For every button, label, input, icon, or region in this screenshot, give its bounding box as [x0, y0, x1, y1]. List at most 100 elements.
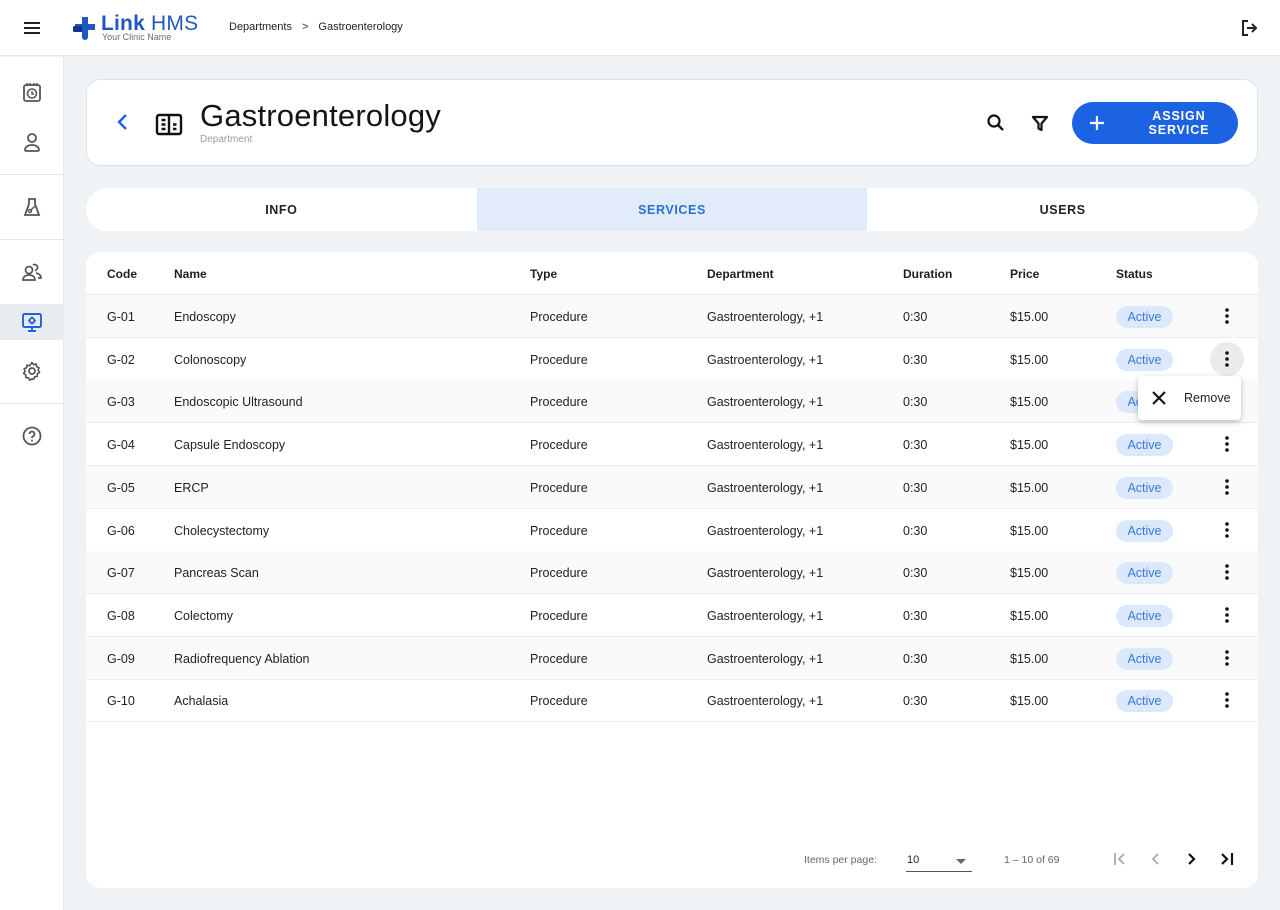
sidebar-item-appointments[interactable] [0, 74, 64, 110]
more-actions-icon[interactable] [1210, 555, 1244, 589]
more-actions-icon[interactable] [1210, 299, 1244, 333]
more-actions-icon[interactable] [1210, 470, 1244, 504]
more-actions-icon[interactable] [1210, 513, 1244, 547]
table-row[interactable]: G-06 Cholecystectomy Procedure Gastroentero… [86, 509, 1258, 552]
cell-price: $15.00 [1010, 395, 1049, 410]
status-badge: Active [1116, 562, 1173, 585]
tab-services[interactable]: SERVICES [476, 188, 868, 231]
search-icon[interactable] [985, 112, 1007, 134]
column-header-department[interactable]: Department [707, 267, 774, 281]
logout-icon[interactable] [1238, 17, 1260, 39]
sidebar-item-laboratory[interactable] [0, 189, 64, 225]
cell-type: Procedure [530, 523, 588, 538]
cell-type: Procedure [530, 310, 588, 324]
column-header-code[interactable]: Code [107, 267, 137, 281]
more-actions-icon[interactable] [1210, 427, 1244, 461]
sidebar-item-departments[interactable] [0, 304, 64, 340]
cell-type: Procedure [530, 438, 588, 453]
column-header-name[interactable]: Name [174, 267, 207, 281]
previous-page-icon[interactable] [1146, 849, 1166, 869]
cell-department: Gastroenterology, +1 [707, 310, 824, 324]
items-per-page-select[interactable]: 10 [906, 848, 972, 872]
menu-item-remove[interactable]: Remove [1138, 376, 1241, 420]
sidebar-item-settings[interactable] [0, 353, 64, 389]
column-header-duration[interactable]: Duration [903, 267, 952, 281]
cell-type: Procedure [530, 651, 588, 666]
table-row[interactable]: G-02 Colonoscopy Procedure Gastroenterology… [86, 338, 1258, 381]
cell-duration: 0:30 [903, 694, 928, 709]
close-icon [1152, 391, 1166, 405]
next-page-icon[interactable] [1181, 849, 1201, 869]
status-badge: Active [1116, 434, 1173, 457]
assign-service-button[interactable]: ASSIGN SERVICE [1072, 102, 1238, 144]
filter-icon[interactable] [1029, 112, 1051, 134]
app-logo[interactable]: Link HMS Your Clinic Name [72, 13, 198, 42]
sidebar-divider [0, 239, 64, 240]
cell-price: $15.00 [1010, 523, 1049, 538]
table-row[interactable]: G-04 Capsule Endoscopy Procedure Gastroente… [86, 423, 1258, 467]
column-header-type[interactable]: Type [530, 267, 557, 281]
cell-type: Procedure [530, 608, 588, 623]
cell-code: G-08 [107, 608, 135, 623]
breadcrumb-current[interactable]: Gastroenterology [318, 21, 402, 33]
table-row[interactable]: G-05 ERCP Procedure Gastroenterology, +1 0:3… [86, 465, 1258, 509]
cell-code: G-01 [107, 310, 135, 324]
breadcrumb-departments[interactable]: Departments [229, 21, 292, 33]
plus-icon [1089, 116, 1104, 130]
table-row[interactable]: G-01 Endoscopy Procedure Gastroenterology, … [86, 295, 1258, 338]
sidebar-divider [0, 403, 64, 404]
top-app-bar: Link HMS Your Clinic Name Departments > … [0, 0, 1280, 56]
sidebar-item-help[interactable] [0, 418, 64, 454]
cell-type: Procedure [530, 480, 588, 495]
last-page-icon[interactable] [1217, 849, 1237, 869]
monitor-settings-icon [22, 313, 42, 332]
cell-department: Gastroenterology, +1 [707, 438, 824, 453]
users-icon [22, 263, 42, 281]
cell-department: Gastroenterology, +1 [707, 523, 824, 538]
cell-type: Procedure [530, 566, 588, 581]
cell-duration: 0:30 [903, 480, 928, 495]
cell-department: Gastroenterology, +1 [707, 608, 824, 623]
breadcrumb-separator: > [301, 21, 309, 33]
table-row[interactable]: G-03 Endoscopic Ultrasound Procedure Gastro… [86, 380, 1258, 424]
cell-name: Colonoscopy [174, 352, 247, 367]
back-chevron-icon[interactable] [111, 110, 135, 134]
items-per-page-value: 10 [907, 854, 920, 866]
more-actions-icon[interactable] [1210, 598, 1244, 632]
cell-duration: 0:30 [903, 395, 928, 410]
tab-bar: INFO SERVICES USERS [86, 188, 1258, 231]
tab-info[interactable]: INFO [86, 188, 477, 231]
gear-icon [22, 361, 41, 381]
cell-name: ERCP [174, 480, 209, 495]
cell-duration: 0:30 [903, 608, 928, 623]
cell-name: Cholecystectomy [174, 523, 270, 538]
menu-icon[interactable] [20, 16, 44, 40]
dropdown-caret-icon [956, 859, 966, 864]
table-row[interactable]: G-09 Radiofrequency Ablation Procedure Gast… [86, 636, 1258, 680]
table-row[interactable]: G-08 Colectomy Procedure Gastroenterology, … [86, 594, 1258, 637]
column-header-price[interactable]: Price [1010, 267, 1039, 281]
table-row[interactable]: G-07 Pancreas Scan Procedure Gastroenterolo… [86, 551, 1258, 595]
page-subtitle: Department [200, 134, 253, 145]
cell-code: G-03 [107, 395, 135, 410]
cell-duration: 0:30 [903, 310, 928, 324]
cell-name: Radiofrequency Ablation [174, 651, 310, 666]
cell-duration: 0:30 [903, 566, 928, 581]
sidebar-item-users[interactable] [0, 254, 64, 290]
status-badge: Active [1116, 519, 1173, 542]
sidebar-item-patients[interactable] [0, 124, 64, 160]
cell-price: $15.00 [1010, 480, 1049, 495]
cell-code: G-04 [107, 438, 135, 453]
table-row[interactable]: G-10 Achalasia Procedure Gastroenterology, … [86, 679, 1258, 723]
department-header-card: Gastroenterology Department ASSIGN SERVI… [86, 79, 1258, 166]
more-actions-icon[interactable] [1210, 641, 1244, 675]
more-actions-icon[interactable] [1210, 683, 1244, 717]
first-page-icon[interactable] [1110, 849, 1130, 869]
cell-price: $15.00 [1010, 651, 1049, 666]
cell-duration: 0:30 [903, 523, 928, 538]
column-header-status[interactable]: Status [1116, 267, 1153, 281]
status-badge: Active [1116, 476, 1173, 499]
tab-users[interactable]: USERS [867, 188, 1258, 231]
more-actions-icon[interactable] [1210, 341, 1244, 376]
table-header: Code Name Type Department Duration Price… [86, 252, 1258, 295]
